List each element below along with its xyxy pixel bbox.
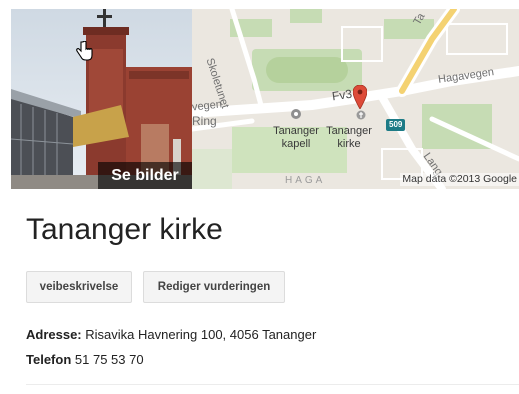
place-photo[interactable]: Se bilder <box>11 9 192 189</box>
place-map[interactable]: Ta Skoletunet Hagavegen vegen Ring Fv3 L… <box>192 9 519 189</box>
poi-tananger-kapell[interactable]: Tananger kapell <box>262 125 330 151</box>
road-label-ring: Ring <box>192 114 217 128</box>
road-label-fv: Fv3 <box>331 86 353 104</box>
place-title: Tananger kirke <box>26 213 223 246</box>
place-card: Se bilder Ta Skoletunet Hagavegen vegen … <box>0 0 519 394</box>
poi-tananger-kirke[interactable]: Tananger kirke <box>326 125 372 151</box>
divider <box>26 384 519 385</box>
route-badge: 509 <box>386 119 406 131</box>
see-photos-label[interactable]: Se bilder <box>98 162 192 189</box>
edit-rating-button[interactable]: Rediger vurderingen <box>143 271 285 303</box>
phone-value[interactable]: 51 75 53 70 <box>75 352 144 367</box>
hand-pointer-icon <box>75 41 93 61</box>
directions-button[interactable]: veibeskrivelse <box>26 271 132 303</box>
address-label: Adresse: <box>26 327 82 342</box>
church-poi-icon <box>356 110 366 120</box>
district-label: HAGA <box>285 175 326 186</box>
phone-row: Telefon 51 75 53 70 <box>26 352 144 368</box>
phone-label: Telefon <box>26 352 72 367</box>
map-marker-icon[interactable] <box>353 85 367 109</box>
map-attribution[interactable]: Map data ©2013 Google <box>400 173 519 186</box>
address-value: Risavika Havnering 100, 4056 Tananger <box>85 327 317 342</box>
address-row: Adresse: Risavika Havnering 100, 4056 Ta… <box>26 327 316 343</box>
